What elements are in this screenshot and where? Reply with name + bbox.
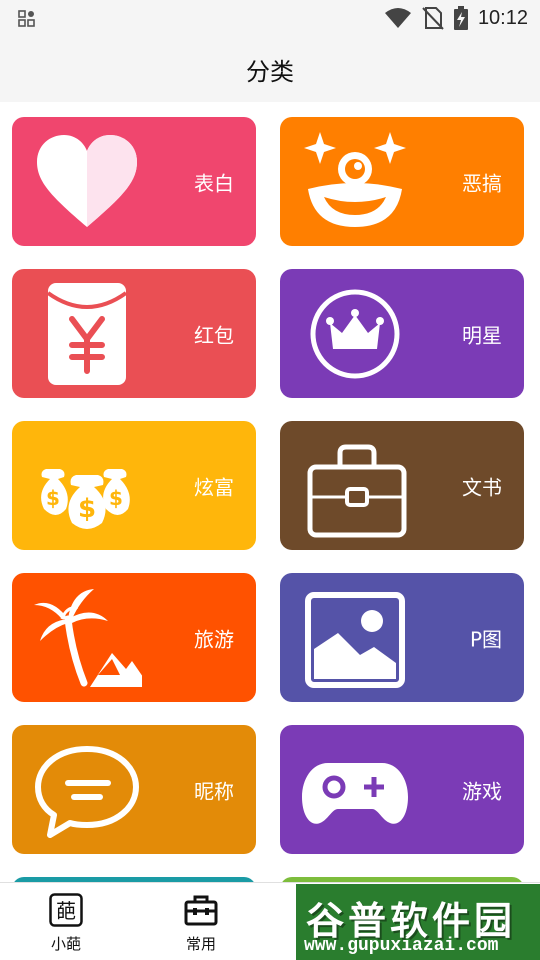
picture-icon — [305, 592, 405, 688]
clown-face-icon — [304, 132, 406, 227]
category-card-games[interactable]: 游戏 — [280, 725, 524, 854]
watermark-url: www.gupuxiazai.com — [304, 936, 499, 956]
wifi-icon — [384, 8, 411, 28]
no-sim-icon — [422, 7, 444, 30]
nav-item-common[interactable]: 常用 — [161, 893, 241, 957]
category-label: P图 — [469, 627, 502, 651]
chat-bubble-icon — [35, 746, 139, 838]
app-grid-icon — [18, 10, 35, 27]
category-label: 炫富 — [194, 475, 234, 499]
pa-logo-icon: 葩 — [49, 893, 83, 927]
svg-text:$: $ — [78, 494, 96, 524]
money-bags-icon: $ $ $ — [41, 469, 130, 529]
category-label: 明星 — [462, 323, 502, 347]
category-label: 文书 — [462, 475, 502, 499]
category-card-travel[interactable]: 旅游 — [12, 573, 256, 702]
category-card-confession[interactable]: 表白 — [12, 117, 256, 246]
status-bar: 10:12 — [0, 0, 540, 36]
category-label: 游戏 — [462, 779, 502, 803]
category-label: 旅游 — [194, 627, 234, 651]
category-card-photo-edit[interactable]: P图 — [280, 573, 524, 702]
heart-icon — [37, 135, 137, 227]
category-card-red-envelope[interactable]: 红包 — [12, 269, 256, 398]
category-card-show-off[interactable]: $ $ $ 炫富 — [12, 421, 256, 550]
nav-item-home[interactable]: 葩 小葩 — [26, 893, 106, 957]
category-label: 昵称 — [194, 779, 234, 803]
battery-charging-icon — [453, 6, 468, 30]
briefcase-icon — [307, 444, 407, 538]
watermark-logo: 谷普软件园 www.gupuxiazai.com — [296, 884, 540, 960]
clock: 10:12 — [477, 6, 528, 29]
crown-icon — [310, 289, 400, 379]
gamepad-icon — [302, 763, 408, 824]
palm-tree-icon — [34, 589, 142, 687]
nav-label: 常用 — [185, 935, 216, 953]
category-label: 红包 — [194, 323, 234, 347]
toolbox-icon — [184, 895, 218, 926]
nav-label: 小葩 — [50, 935, 81, 953]
category-card-prank[interactable]: 恶搞 — [280, 117, 524, 246]
red-envelope-icon — [46, 283, 128, 385]
category-grid: 表白 恶搞 红包 明星 $ $ $ 炫富 文书 旅游 P图 昵称 游戏 — [0, 102, 540, 882]
app-header: 分类 — [0, 36, 540, 102]
category-card-celebrity[interactable]: 明星 — [280, 269, 524, 398]
category-card-nickname[interactable]: 昵称 — [12, 725, 256, 854]
svg-text:$: $ — [109, 486, 123, 510]
category-card-documents[interactable]: 文书 — [280, 421, 524, 550]
category-label: 表白 — [194, 171, 234, 195]
svg-text:葩: 葩 — [56, 899, 76, 923]
category-label: 恶搞 — [462, 171, 502, 195]
svg-text:$: $ — [46, 486, 60, 510]
page-title: 分类 — [246, 57, 294, 86]
